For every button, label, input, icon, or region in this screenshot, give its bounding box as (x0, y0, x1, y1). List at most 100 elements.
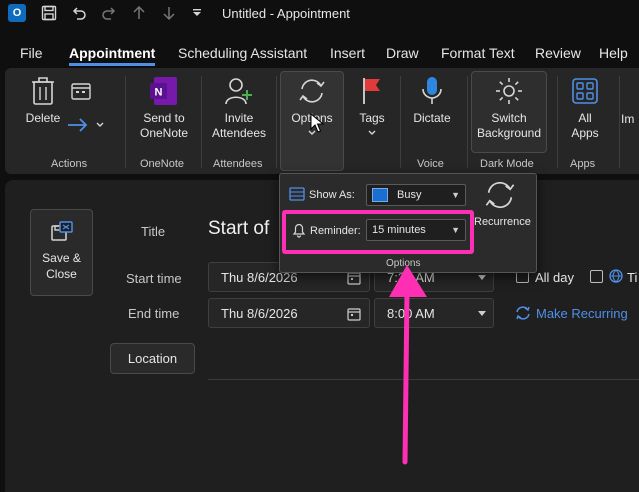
ribbon-separator (276, 76, 277, 168)
tab-scheduling-assistant[interactable]: Scheduling Assistant (178, 42, 307, 66)
title-bar: O Untitled - Appointment (0, 0, 639, 26)
delete-button[interactable]: Delete (23, 74, 63, 126)
microphone-icon (421, 74, 443, 108)
show-as-dropdown[interactable]: Busy ▼ (366, 184, 466, 206)
end-date-value: Thu 8/6/2026 (221, 305, 298, 321)
ribbon-separator (619, 76, 620, 168)
location-divider (208, 379, 639, 380)
tags-label: Tags (359, 111, 385, 125)
arrow-up-icon[interactable] (124, 0, 154, 26)
time-zone-label: Ti (627, 270, 638, 285)
delete-label: Delete (25, 111, 61, 125)
show-as-value: Busy (397, 189, 422, 201)
truncated-ribbon-label: Im (621, 112, 635, 126)
tab-review[interactable]: Review (535, 42, 581, 66)
globe-icon (609, 269, 623, 283)
calendar-icon[interactable] (347, 307, 361, 321)
chevron-down-icon: ▼ (451, 190, 460, 200)
mouse-cursor-icon (310, 113, 324, 133)
tags-button[interactable]: Tags (352, 74, 392, 137)
save-close-icon (50, 221, 73, 241)
voice-group-label: Voice (417, 158, 444, 170)
make-recurring-label: Make Recurring (536, 305, 628, 321)
menu-bar: File Appointment Scheduling Assistant In… (0, 42, 639, 66)
chevron-down-icon (96, 122, 104, 127)
attendees-group-label: Attendees (213, 158, 263, 170)
onenote-icon: N (150, 74, 178, 108)
show-as-icon (289, 187, 305, 201)
tab-help[interactable]: Help (599, 42, 628, 66)
invite-attendees-label: Invite Attendees (211, 111, 267, 140)
ribbon-separator (400, 76, 401, 168)
tab-appointment[interactable]: Appointment (69, 42, 156, 66)
recurring-icon (516, 306, 530, 320)
forward-arrow-icon (68, 118, 88, 132)
end-time-field[interactable]: 8:00 AM (374, 298, 494, 328)
trash-icon (31, 74, 55, 108)
chevron-down-icon (368, 130, 376, 135)
location-label: Location (127, 351, 178, 366)
end-date-field[interactable]: Thu 8/6/2026 (208, 298, 370, 328)
switch-background-button[interactable]: Switch Background (473, 74, 545, 141)
calendar-icon[interactable] (347, 271, 361, 285)
forward-button[interactable] (67, 118, 111, 132)
time-zone-checkbox[interactable] (590, 270, 603, 283)
sun-icon (494, 74, 524, 108)
send-to-onenote-button[interactable]: N Send to OneNote (133, 74, 195, 141)
end-time-label: End time (128, 306, 180, 321)
location-button[interactable]: Location (110, 343, 195, 374)
svg-text:N: N (155, 87, 163, 99)
add-person-icon (224, 74, 254, 108)
tab-draw[interactable]: Draw (386, 42, 419, 66)
outlook-icon: O (8, 4, 26, 22)
ribbon-separator (557, 76, 558, 168)
save-close-label: Save & Close (42, 251, 81, 281)
tab-file[interactable]: File (20, 42, 43, 66)
truncated-ribbon-button[interactable]: Im (621, 112, 639, 127)
switch-background-label: Switch Background (476, 111, 542, 140)
apps-grid-icon (571, 74, 599, 108)
show-as-label: Show As: (309, 189, 355, 201)
options-group-label: Options (386, 258, 421, 269)
all-apps-button[interactable]: All Apps (563, 74, 607, 141)
dark-mode-group-label: Dark Mode (480, 158, 534, 170)
ribbon-separator (467, 76, 468, 168)
redo-icon[interactable] (94, 0, 124, 26)
busy-swatch (372, 188, 388, 202)
dictate-label: Dictate (413, 111, 451, 125)
onenote-group-label: OneNote (140, 158, 185, 170)
all-day-label: All day (535, 270, 575, 285)
apps-group-label: Apps (570, 158, 596, 170)
arrow-down-icon[interactable] (154, 0, 184, 26)
save-icon[interactable] (34, 0, 64, 26)
actions-group-label: Actions (51, 158, 88, 170)
invite-attendees-button[interactable]: Invite Attendees (207, 74, 271, 141)
tab-insert[interactable]: Insert (330, 42, 365, 66)
window-title: Untitled - Appointment (222, 5, 350, 21)
chevron-down-icon[interactable] (477, 274, 487, 282)
recurrence-icon (485, 181, 515, 209)
calendar-small-button[interactable] (68, 82, 94, 100)
make-recurring-link[interactable]: Make Recurring (515, 305, 628, 321)
send-to-onenote-label: Send to OneNote (139, 111, 189, 140)
sync-icon (297, 74, 327, 108)
title-input[interactable]: Start of (208, 218, 269, 240)
dictate-button[interactable]: Dictate (407, 74, 457, 126)
reminder-highlight-box (282, 210, 474, 254)
save-close-button[interactable]: Save & Close (30, 209, 93, 296)
ribbon-separator (201, 76, 202, 168)
ribbon-separator (125, 76, 126, 168)
title-label: Title (141, 224, 166, 239)
end-time-value: 8:00 AM (387, 305, 435, 321)
start-time-label: Start time (126, 271, 182, 286)
flag-icon (360, 74, 384, 108)
customize-toolbar-icon[interactable] (184, 0, 210, 26)
calendar-icon (71, 83, 91, 100)
recurrence-label: Recurrence (474, 216, 531, 228)
undo-icon[interactable] (64, 0, 94, 26)
all-apps-label: All Apps (571, 111, 599, 140)
chevron-down-icon[interactable] (477, 310, 487, 318)
tab-format-text[interactable]: Format Text (441, 42, 515, 66)
recurrence-button[interactable] (478, 178, 522, 214)
ribbon: Delete Actions N Send to OneNote OneNote… (5, 68, 639, 174)
